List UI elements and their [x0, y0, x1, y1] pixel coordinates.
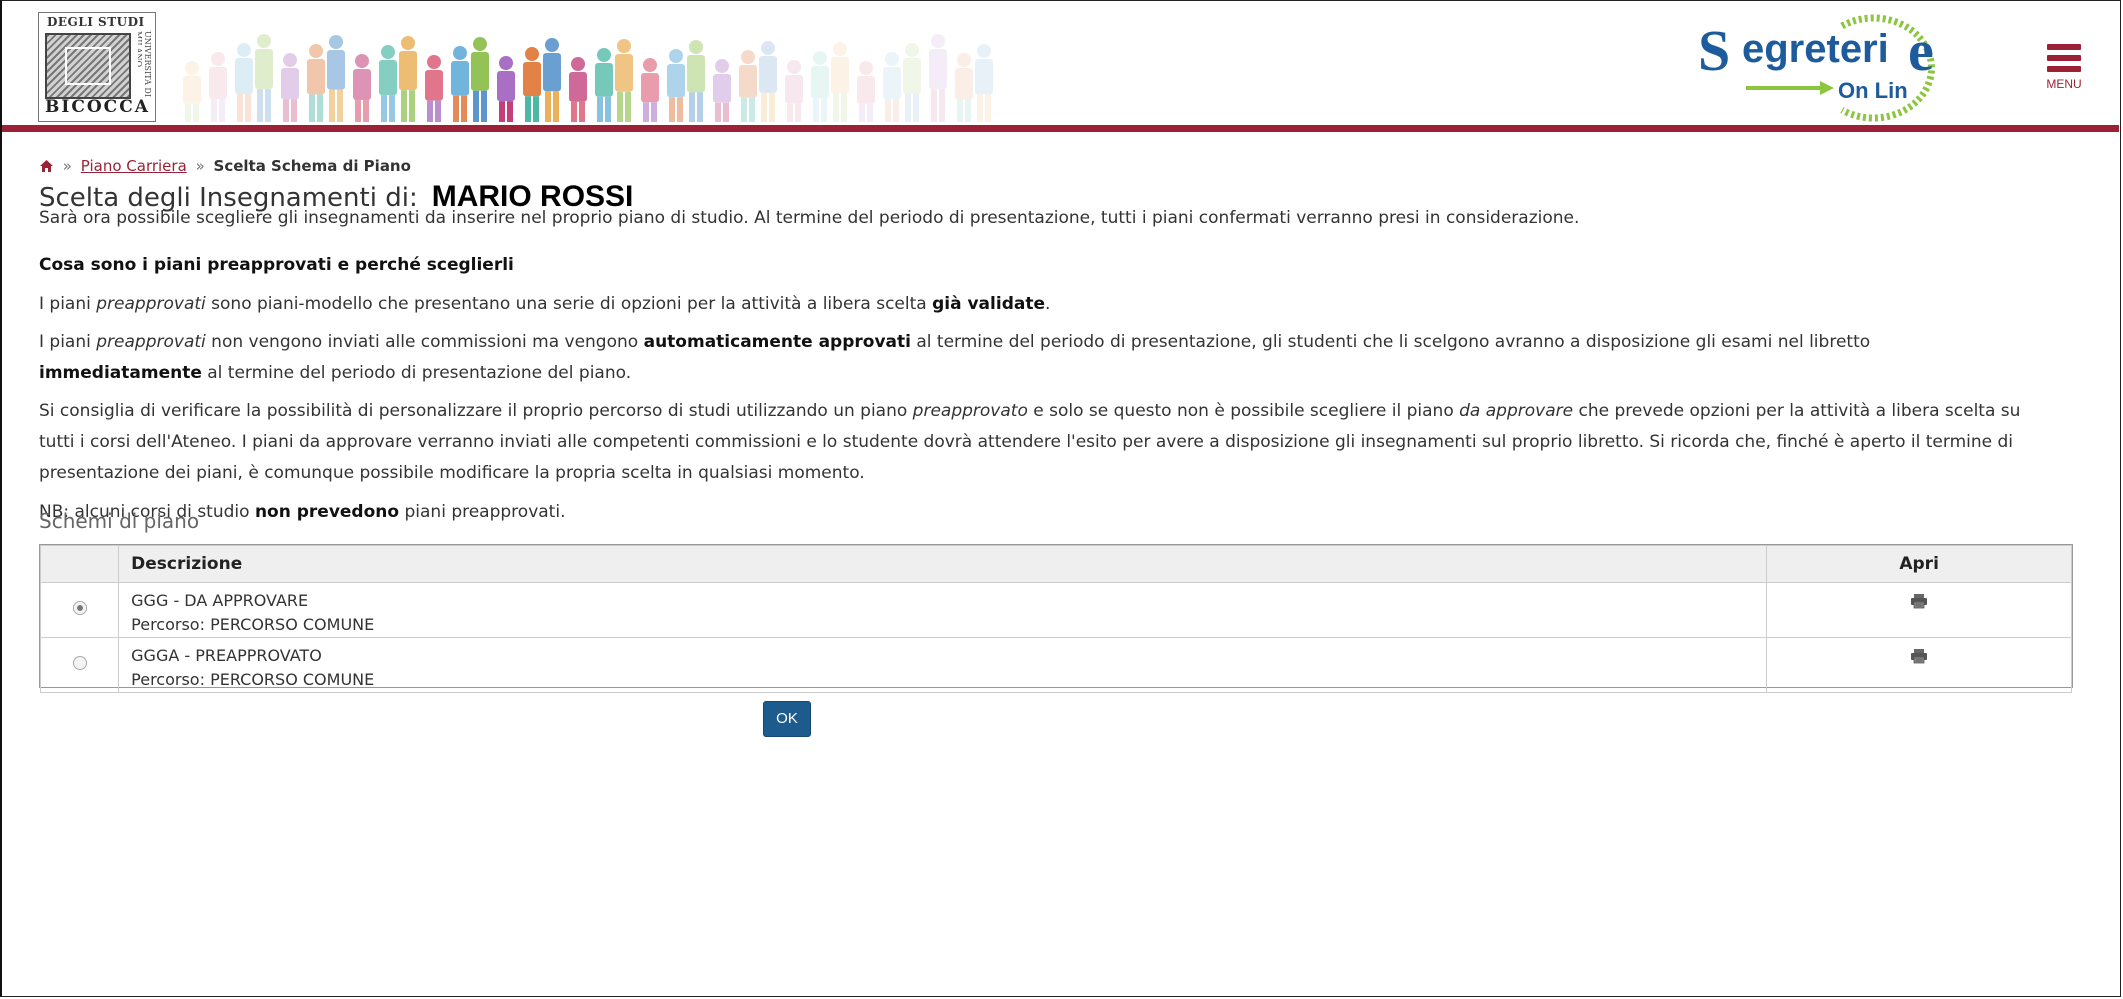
header-accent-bar [2, 125, 2119, 132]
printer-icon[interactable] [1910, 593, 1928, 609]
breadcrumb-link-piano-carriera[interactable]: Piano Carriera [81, 157, 187, 175]
hamburger-icon [2047, 44, 2081, 50]
row-description: GGG - DA APPROVARE Percorso: PERCORSO CO… [118, 582, 1768, 638]
header-descrizione: Descrizione [118, 545, 1768, 583]
menu-button[interactable]: MENU [2036, 44, 2092, 114]
segreterie-main-text: egreteri [1742, 27, 1889, 71]
menu-label: MENU [2046, 77, 2082, 91]
table-row[interactable]: GGG - DA APPROVARE Percorso: PERCORSO CO… [39, 582, 2072, 638]
ok-button[interactable]: OK [763, 701, 811, 737]
logo-side-text: UNIVERSITÀ DI MILANO [138, 31, 152, 97]
paragraph-nb: NB: alcuni corsi di studio non prevedono… [39, 502, 566, 522]
radio-button[interactable] [72, 656, 87, 670]
table-row[interactable]: GGGA - PREAPPROVATO Percorso: PERCORSO C… [39, 637, 2072, 693]
svg-text:S: S [1698, 18, 1730, 83]
row-description: GGGA - PREAPPROVATO Percorso: PERCORSO C… [118, 637, 1768, 693]
university-logo[interactable]: DEGLI STUDI UNIVERSITÀ DI MILANO BICOCCA [38, 12, 156, 122]
schema-name: GGG - DA APPROVARE [131, 591, 309, 610]
section-heading: Cosa sono i piani preapprovati e perché … [39, 255, 514, 275]
schemi-table: Descrizione Apri GGG - DA APPROVARE Perc… [39, 544, 2073, 693]
site-header: DEGLI STUDI UNIVERSITÀ DI MILANO BICOCCA… [2, 2, 2119, 125]
schema-percorso: Percorso: PERCORSO COMUNE [131, 615, 375, 634]
svg-text:e: e [1908, 18, 1934, 83]
schema-name: GGGA - PREAPPROVATO [131, 646, 322, 665]
segreterie-sub-text: On Lin [1838, 78, 1908, 103]
breadcrumb-current: Scelta Schema di Piano [213, 157, 411, 175]
home-icon[interactable] [39, 159, 54, 173]
header-select [39, 545, 120, 583]
radio-button-selected[interactable] [72, 601, 87, 615]
paragraph-advice: Si consiglia di verificare la possibilit… [39, 401, 2021, 483]
intro-text: Sarà ora possibile scegliere gli insegna… [39, 208, 1580, 228]
crowd-banner-image [183, 34, 993, 122]
table-header-row: Descrizione Apri [39, 545, 2072, 583]
breadcrumb-separator: » [62, 157, 72, 175]
schemi-title: Schemi di piano [39, 509, 200, 533]
breadcrumb: » Piano Carriera » Scelta Schema di Pian… [39, 157, 411, 175]
paragraph-preapprovati-definition: I piani preapprovati sono piani-modello … [39, 294, 1051, 314]
logo-bottom-text: BICOCCA [45, 97, 150, 117]
breadcrumb-separator: » [195, 157, 205, 175]
schema-percorso: Percorso: PERCORSO COMUNE [131, 670, 375, 689]
header-apri: Apri [1766, 545, 2072, 583]
logo-top-text: DEGLI STUDI [47, 15, 145, 29]
printer-icon[interactable] [1910, 648, 1928, 664]
paragraph-preapprovati-approval: I piani preapprovati non vengono inviati… [39, 332, 1871, 383]
logo-emblem-icon [45, 33, 131, 99]
segreterie-online-logo[interactable]: S egreteri e On Lin [1692, 8, 1952, 124]
